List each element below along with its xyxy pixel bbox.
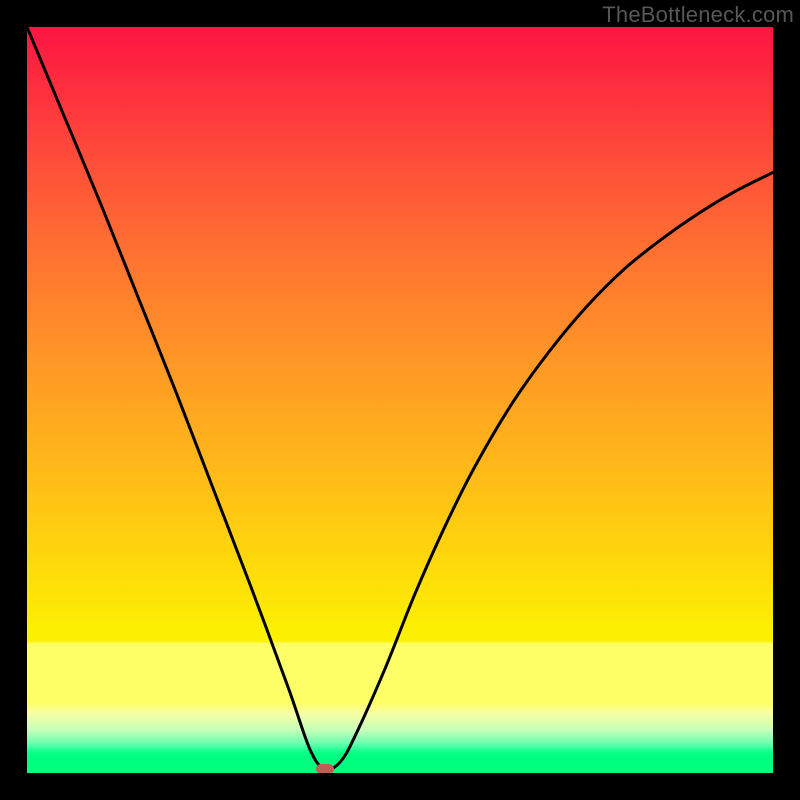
bottleneck-curve	[27, 27, 773, 773]
watermark-label: TheBottleneck.com	[602, 2, 794, 28]
chart-frame: TheBottleneck.com	[0, 0, 800, 800]
optimal-marker	[316, 764, 334, 773]
plot-area	[27, 27, 773, 773]
curve-path	[27, 27, 773, 770]
